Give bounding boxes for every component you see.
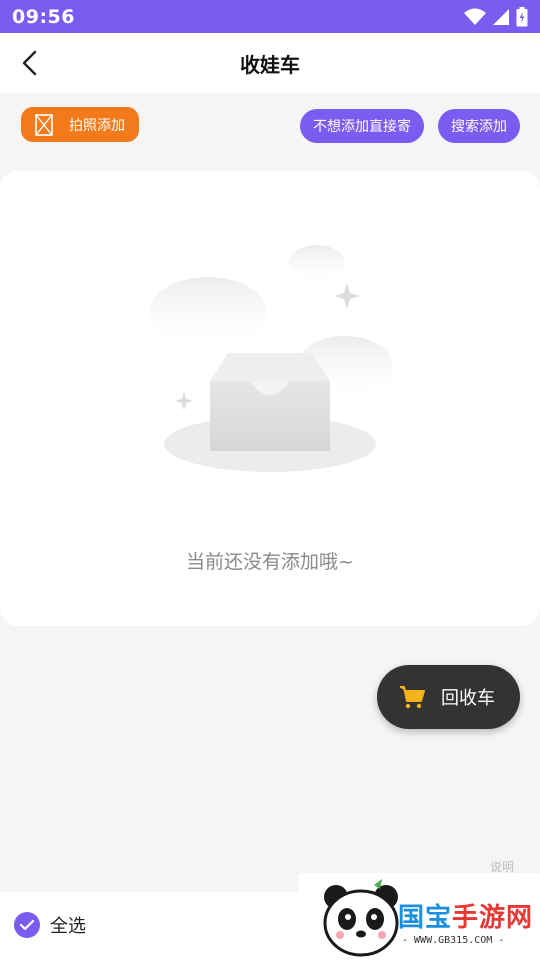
select-all-label: 全选	[50, 916, 86, 937]
page-title: 收娃车	[240, 52, 300, 77]
select-all-checkbox[interactable]: 全选	[14, 912, 86, 938]
app-header: 收娃车	[0, 33, 540, 93]
photo-add-button[interactable]: 拍照添加	[21, 107, 139, 142]
watermark-url: - WWW.GB315.COM -	[402, 935, 505, 946]
status-bar: 09:56	[0, 0, 540, 33]
panda-logo-icon	[323, 879, 399, 957]
photo-add-label: 拍照添加	[69, 117, 125, 134]
recycle-cart-button[interactable]: 回收车	[377, 665, 520, 729]
back-arrow-icon	[22, 50, 37, 76]
watermark-name: 国宝手游网	[398, 897, 533, 934]
back-button[interactable]	[12, 45, 46, 81]
signal-icon	[493, 8, 509, 25]
watermark: 国宝手游网 - WWW.GB315.COM -	[298, 873, 540, 960]
empty-box-icon	[150, 245, 393, 472]
empty-state-message: 当前还没有添加哦~	[186, 551, 354, 573]
watermark-name-blue: 国宝	[398, 903, 453, 933]
cart-icon	[400, 686, 425, 709]
status-time: 09:56	[12, 5, 75, 28]
cart-content-card: 当前还没有添加哦~	[0, 171, 540, 626]
recycle-cart-label: 回收车	[441, 688, 495, 709]
action-toolbar: 拍照添加 不想添加直接寄 搜索添加	[0, 93, 540, 159]
photo-placeholder-icon	[35, 113, 53, 136]
check-icon	[14, 912, 40, 938]
battery-icon	[516, 6, 528, 26]
search-add-button[interactable]: 搜索添加	[438, 109, 520, 143]
wifi-icon	[464, 8, 486, 25]
watermark-name-red: 手游网	[452, 903, 534, 933]
direct-send-button[interactable]: 不想添加直接寄	[300, 109, 424, 143]
status-icons	[464, 6, 528, 27]
